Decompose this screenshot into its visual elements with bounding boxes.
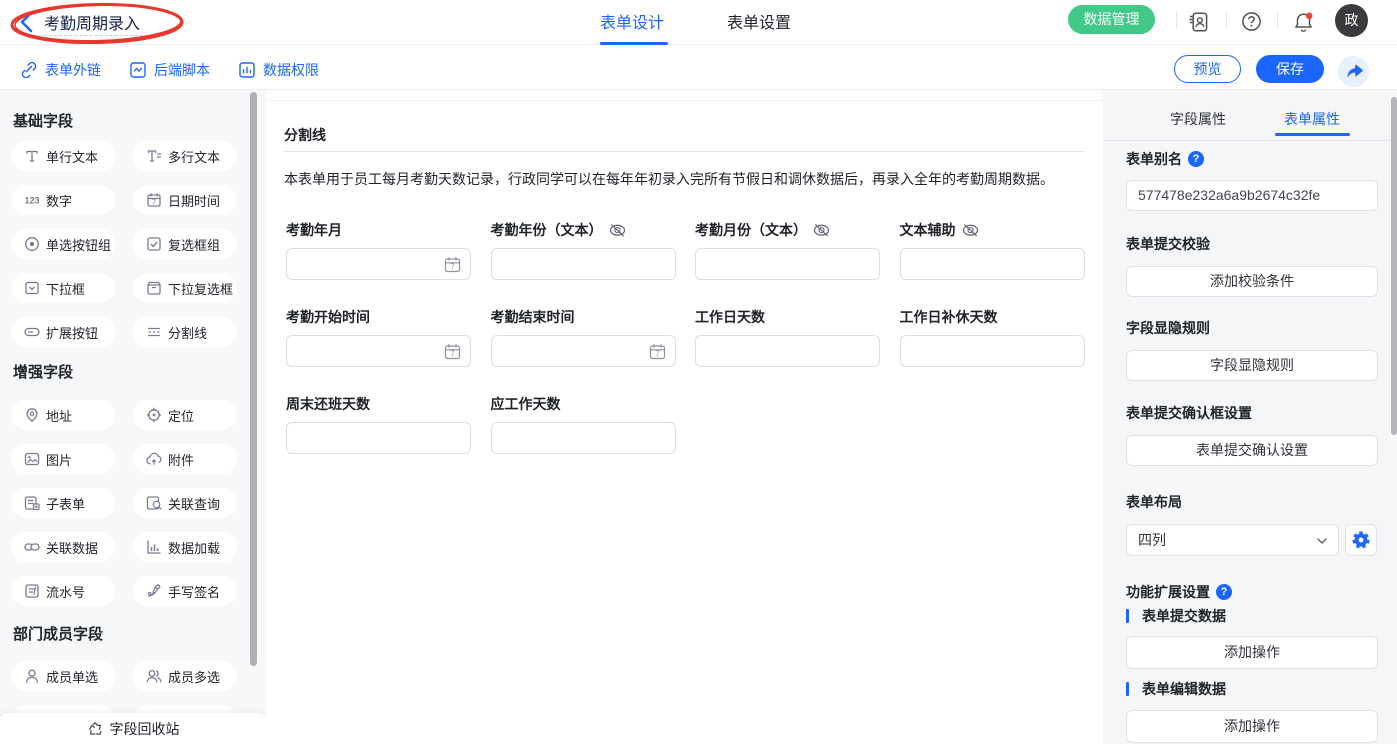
svg-text:7: 7 [450, 263, 455, 272]
svg-text:123: 123 [24, 196, 39, 206]
svg-text:7: 7 [655, 350, 660, 359]
svg-text:7: 7 [152, 200, 156, 207]
svg-text:7: 7 [450, 350, 455, 359]
